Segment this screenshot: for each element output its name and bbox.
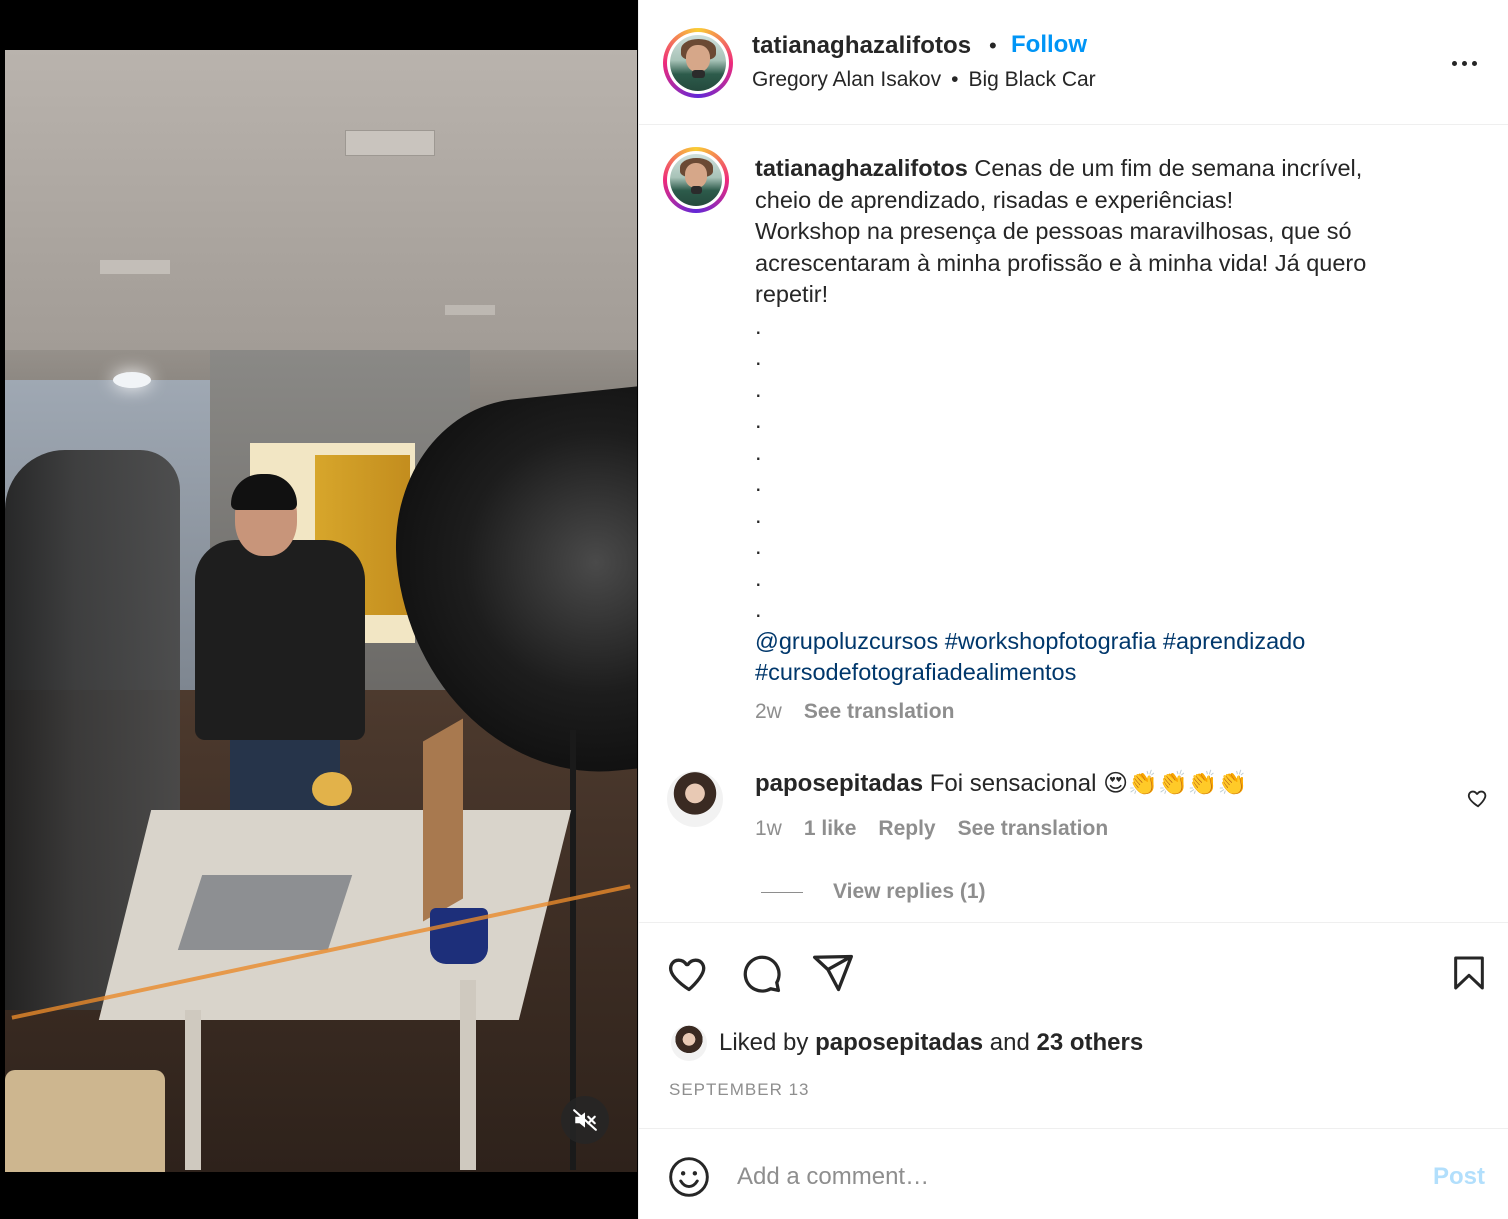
caption-hashtags-line-1[interactable]: @grupoluzcursos #workshopfotografia #apr… (755, 626, 1435, 658)
replies-divider-line (761, 891, 803, 893)
caption-line-5: repetir! (755, 281, 829, 307)
post-details-panel: tatianaghazalifotos • Follow Gregory Ala… (638, 0, 1508, 1219)
bookmark-icon[interactable] (1449, 951, 1489, 995)
more-options-icon[interactable] (1444, 48, 1484, 78)
caption-line-3: Workshop na presença de pessoas maravilh… (755, 218, 1352, 244)
caption-author-avatar[interactable] (663, 147, 729, 213)
caption-dot: . (755, 501, 762, 528)
comment-text: Foi sensacional 😍👏👏👏👏 (929, 770, 1248, 797)
caption-hashtags-line-2[interactable]: #cursodefotografiadealimentos (755, 657, 1435, 689)
caption-dot: . (755, 564, 762, 591)
comment-like-heart-icon[interactable] (1467, 787, 1489, 809)
author-username[interactable]: tatianaghazalifotos (752, 32, 971, 60)
comment-like-count[interactable]: 1 like (804, 817, 857, 841)
caption-dot: . (755, 533, 762, 559)
comment-body: paposepitadas Foi sensacional 😍👏👏👏👏 (755, 769, 1248, 798)
audio-separator: • (951, 68, 959, 91)
caption-dot: . (755, 470, 762, 496)
audio-track[interactable]: Big Black Car (968, 68, 1095, 92)
caption-text: tatianaghazalifotos Cenas de um fim de s… (755, 153, 1435, 689)
audio-artist[interactable]: Gregory Alan Isakov (752, 68, 941, 92)
post-header: tatianaghazalifotos • Follow Gregory Ala… (639, 0, 1508, 125)
likes-middle: and (989, 1029, 1030, 1056)
caption-dot: . (755, 344, 762, 370)
caption-see-translation[interactable]: See translation (804, 700, 955, 724)
commenter-avatar[interactable] (667, 771, 723, 827)
likes-others-count[interactable]: 23 others (1037, 1029, 1144, 1056)
caption-line-4: acrescentaram à minha profissão e à minh… (755, 249, 1367, 276)
likes-summary[interactable]: Liked by paposepitadas and 23 others (671, 1025, 1143, 1061)
comment-meta: 1w 1 like Reply See translation (755, 817, 1108, 841)
caption-dot: . (755, 375, 762, 402)
follow-button[interactable]: Follow (1011, 31, 1087, 59)
media-letterbox-bottom (0, 1172, 638, 1219)
liker-username[interactable]: paposepitadas (815, 1029, 983, 1056)
comment-input[interactable] (737, 1157, 1397, 1197)
caption-dot: . (755, 312, 762, 339)
comment-timestamp[interactable]: 1w (755, 817, 782, 841)
liker-avatar (671, 1025, 707, 1061)
share-icon[interactable] (811, 951, 855, 995)
emoji-icon[interactable] (667, 1155, 711, 1199)
view-replies-label: View replies (1) (833, 880, 986, 903)
comment-icon[interactable] (739, 951, 783, 995)
commenter-username[interactable]: paposepitadas (755, 770, 923, 797)
post-comment-button[interactable]: Post (1433, 1163, 1485, 1191)
add-comment-bar: Post (639, 1128, 1508, 1219)
caption-line-2: cheio de aprendizado, risadas e experiên… (755, 186, 1234, 213)
caption-line-1: Cenas de um fim de semana incrível, (974, 155, 1363, 181)
caption-timestamp[interactable]: 2w (755, 700, 782, 724)
author-avatar[interactable] (663, 28, 733, 98)
caption-dot: . (755, 596, 762, 622)
post-date[interactable]: SEPTEMBER 13 (669, 1080, 810, 1100)
post-media[interactable] (0, 0, 638, 1219)
likes-prefix: Liked by (719, 1029, 809, 1056)
audio-attribution[interactable]: Gregory Alan Isakov • Big Black Car (752, 68, 1096, 92)
caption-meta: 2w See translation (755, 700, 954, 724)
mute-toggle-button[interactable] (561, 1096, 609, 1144)
header-separator: • (989, 33, 997, 58)
media-letterbox-top (0, 0, 638, 50)
caption-username[interactable]: tatianaghazalifotos (755, 155, 968, 181)
video-frame[interactable] (5, 50, 637, 1172)
view-replies-button[interactable]: View replies (1) (761, 880, 986, 904)
audio-muted-icon (573, 1109, 597, 1131)
comment-see-translation[interactable]: See translation (958, 817, 1109, 841)
post-actions: Liked by paposepitadas and 23 others SEP… (639, 922, 1508, 1128)
caption-section: tatianaghazalifotos Cenas de um fim de s… (639, 125, 1508, 925)
action-icons (667, 951, 855, 995)
comment-reply-button[interactable]: Reply (878, 817, 935, 841)
heart-icon[interactable] (667, 951, 711, 995)
caption-dot: . (755, 438, 762, 465)
caption-dot: . (755, 407, 762, 433)
